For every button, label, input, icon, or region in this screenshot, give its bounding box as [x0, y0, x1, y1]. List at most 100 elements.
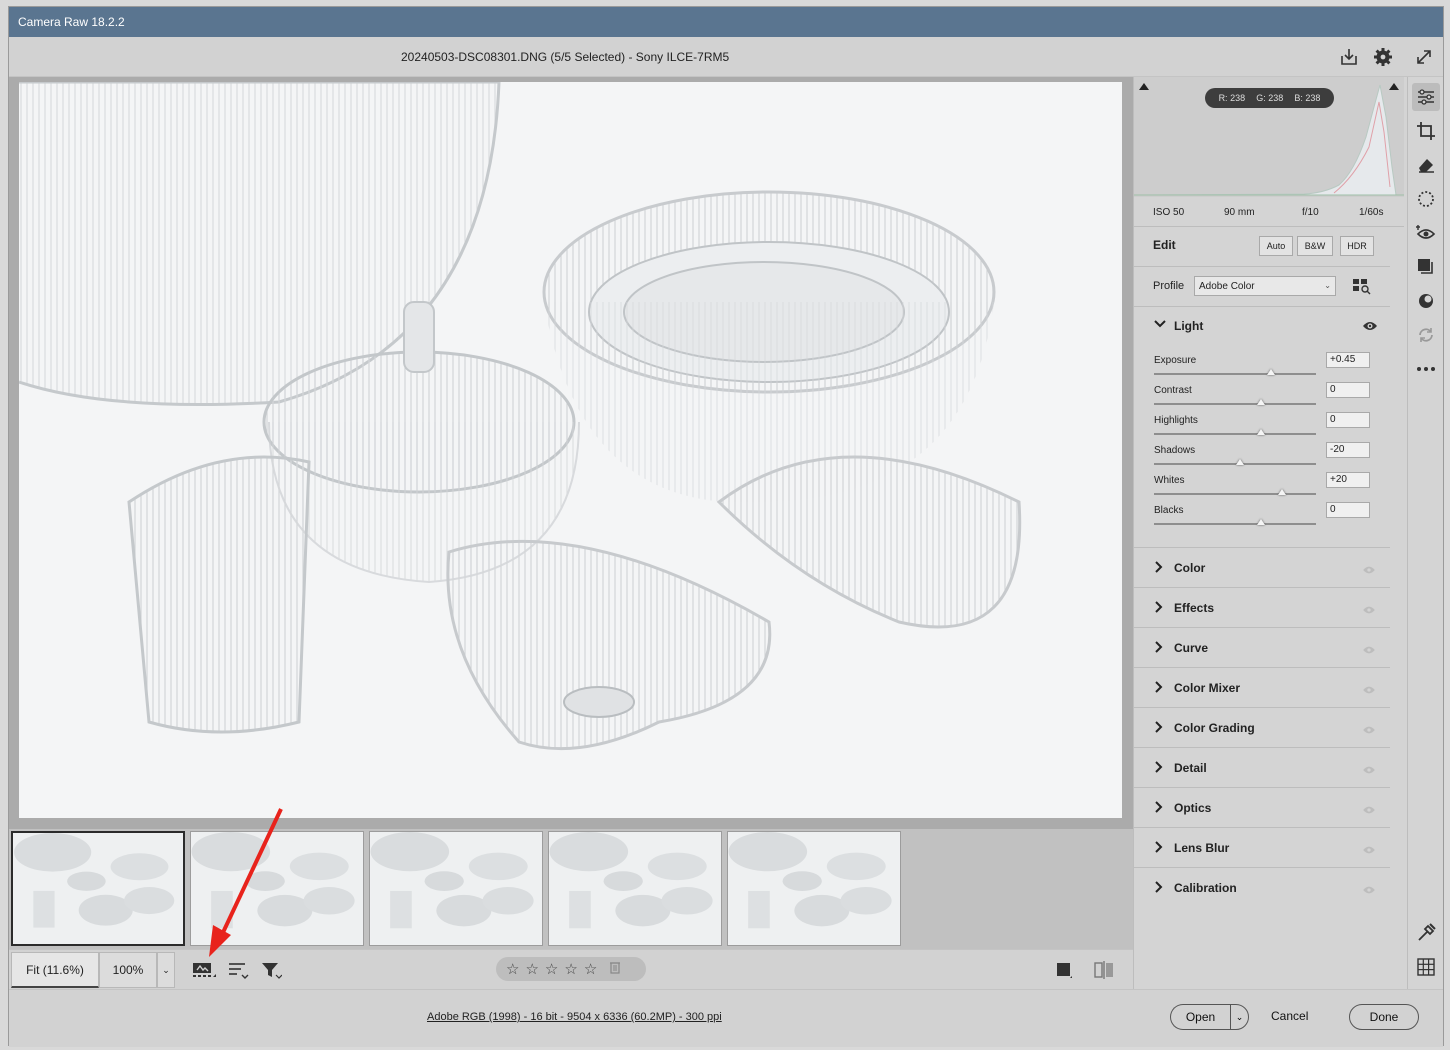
rating-star-3[interactable]: ☆	[545, 960, 558, 978]
slider-value-input[interactable]: 0	[1326, 502, 1370, 518]
chevron-right-icon	[1154, 681, 1164, 696]
slider-track[interactable]	[1154, 433, 1316, 435]
slider-contrast[interactable]: Contrast 0	[1154, 377, 1390, 407]
eye-icon[interactable]	[1362, 882, 1376, 900]
chevron-down-icon	[1153, 317, 1167, 336]
slider-track[interactable]	[1154, 403, 1316, 405]
profile-select[interactable]: Adobe Color ⌄	[1194, 276, 1336, 296]
slider-whites[interactable]: Whites +20	[1154, 467, 1390, 497]
hdr-button[interactable]: HDR	[1340, 236, 1374, 256]
eye-icon[interactable]	[1362, 562, 1376, 580]
eye-icon[interactable]	[1362, 842, 1376, 860]
tool-strip	[1407, 77, 1443, 989]
open-button[interactable]: Open	[1170, 1004, 1230, 1030]
sync-icon[interactable]	[1412, 321, 1440, 349]
exif-focal: 90 mm	[1224, 207, 1255, 218]
slider-highlights[interactable]: Highlights 0	[1154, 407, 1390, 437]
thumbnail-1[interactable]	[11, 831, 185, 946]
fit-zoom-button[interactable]: Fit (11.6%)	[11, 952, 99, 988]
eraser-icon[interactable]	[1412, 151, 1440, 179]
eye-icon[interactable]	[1362, 722, 1376, 740]
section-color[interactable]: Color	[1134, 547, 1390, 587]
slider-handle[interactable]	[1235, 459, 1244, 465]
section-color-grading[interactable]: Color Grading	[1134, 707, 1390, 747]
rating-star-5[interactable]: ☆	[584, 960, 597, 978]
thumbnail-4[interactable]	[548, 831, 722, 946]
slider-value-input[interactable]: -20	[1326, 442, 1370, 458]
section-detail[interactable]: Detail	[1134, 747, 1390, 787]
section-label: Calibration	[1174, 881, 1237, 895]
cancel-button[interactable]: Cancel	[1271, 1009, 1308, 1023]
snapshots-icon[interactable]	[1412, 287, 1440, 315]
trash-icon[interactable]	[609, 960, 621, 978]
swatch-icon[interactable]	[1055, 961, 1073, 984]
filmstrip-icon[interactable]	[191, 960, 217, 985]
section-color-mixer[interactable]: Color Mixer	[1134, 667, 1390, 707]
slider-value-input[interactable]: +20	[1326, 472, 1370, 488]
gear-icon[interactable]	[1371, 45, 1395, 69]
eye-icon[interactable]	[1362, 682, 1376, 700]
exif-iso: ISO 50	[1153, 207, 1185, 218]
zoom-dropdown-button[interactable]: ⌄	[157, 952, 175, 988]
save-icon[interactable]	[1337, 45, 1361, 69]
slider-handle[interactable]	[1256, 519, 1265, 525]
slider-value-input[interactable]: 0	[1326, 382, 1370, 398]
slider-label: Highlights	[1154, 415, 1198, 426]
exif-info: ISO 50 90 mm f/10 1/60s	[1134, 199, 1404, 227]
zoom-100-button[interactable]: 100%	[99, 952, 157, 988]
bw-button[interactable]: B&W	[1297, 236, 1333, 256]
crop-icon[interactable]	[1412, 117, 1440, 145]
eye-icon[interactable]	[1362, 642, 1376, 660]
highlight-clipping-icon[interactable]	[1387, 80, 1401, 99]
section-optics[interactable]: Optics	[1134, 787, 1390, 827]
chevron-right-icon	[1154, 761, 1164, 776]
compare-icon[interactable]	[1093, 960, 1115, 985]
slider-blacks[interactable]: Blacks 0	[1154, 497, 1390, 527]
done-button[interactable]: Done	[1349, 1004, 1419, 1030]
slider-value-input[interactable]: +0.45	[1326, 352, 1370, 368]
grid-icon[interactable]	[1412, 953, 1440, 981]
auto-button[interactable]: Auto	[1259, 236, 1293, 256]
rating-star-2[interactable]: ☆	[525, 960, 538, 978]
edit-sliders-icon[interactable]	[1412, 83, 1440, 111]
sort-icon[interactable]	[227, 960, 249, 985]
slider-exposure[interactable]: Exposure +0.45	[1154, 347, 1390, 377]
rating-star-1[interactable]: ☆	[506, 960, 519, 978]
section-lens-blur[interactable]: Lens Blur	[1134, 827, 1390, 867]
section-effects[interactable]: Effects	[1134, 587, 1390, 627]
eye-icon[interactable]	[1362, 602, 1376, 620]
eye-icon[interactable]	[1362, 762, 1376, 780]
red-eye-icon[interactable]	[1412, 219, 1440, 247]
section-calibration[interactable]: Calibration	[1134, 867, 1390, 907]
slider-handle[interactable]	[1277, 489, 1286, 495]
eye-icon[interactable]	[1362, 319, 1378, 337]
masking-icon[interactable]	[1412, 185, 1440, 213]
eyedropper-icon[interactable]	[1412, 919, 1440, 947]
star-rating[interactable]: ☆ ☆ ☆ ☆ ☆	[496, 957, 646, 981]
slider-shadows[interactable]: Shadows -20	[1154, 437, 1390, 467]
more-icon[interactable]	[1412, 355, 1440, 383]
thumbnail-3[interactable]	[369, 831, 543, 946]
slider-track[interactable]	[1154, 493, 1316, 495]
profile-browser-icon[interactable]	[1352, 277, 1372, 300]
light-section-header[interactable]: Light	[1134, 309, 1390, 339]
slider-handle[interactable]	[1256, 429, 1265, 435]
slider-track[interactable]	[1154, 373, 1316, 375]
shadow-clipping-icon[interactable]	[1137, 80, 1151, 99]
fullscreen-icon[interactable]	[1412, 45, 1436, 69]
filter-icon[interactable]	[260, 960, 283, 985]
workflow-options-link[interactable]: Adobe RGB (1998) - 16 bit - 9504 x 6336 …	[427, 1011, 722, 1023]
presets-icon[interactable]	[1412, 253, 1440, 281]
open-dropdown-button[interactable]: ⌄	[1230, 1004, 1249, 1030]
slider-track[interactable]	[1154, 523, 1316, 525]
thumbnail-5[interactable]	[727, 831, 901, 946]
slider-handle[interactable]	[1266, 369, 1275, 375]
slider-handle[interactable]	[1256, 399, 1265, 405]
section-curve[interactable]: Curve	[1134, 627, 1390, 667]
slider-value-input[interactable]: 0	[1326, 412, 1370, 428]
photo-preview[interactable]	[19, 82, 1122, 818]
section-label: Color Grading	[1174, 721, 1255, 735]
thumbnail-2[interactable]	[190, 831, 364, 946]
eye-icon[interactable]	[1362, 802, 1376, 820]
rating-star-4[interactable]: ☆	[564, 960, 577, 978]
